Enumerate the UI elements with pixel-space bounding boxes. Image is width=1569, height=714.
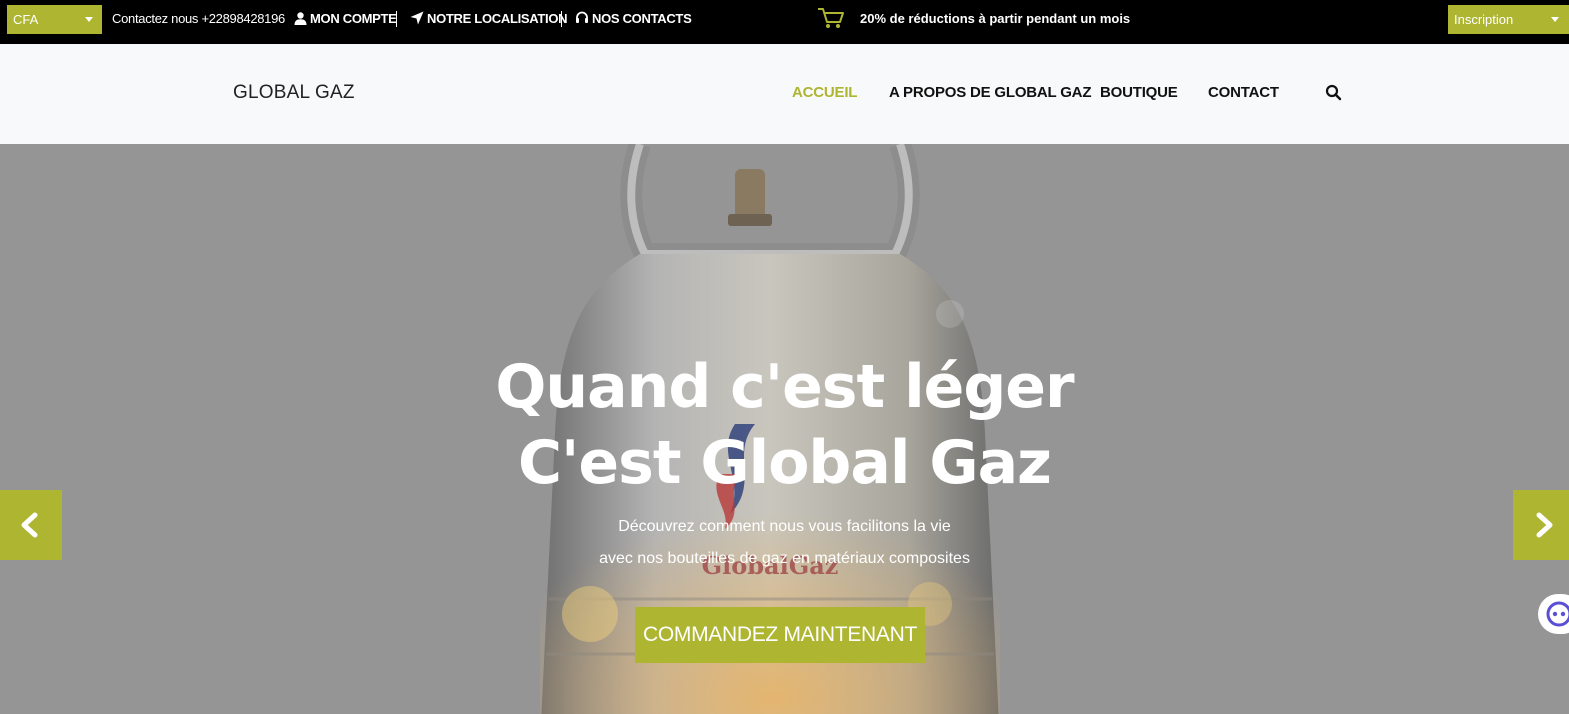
nav-contact[interactable]: CONTACT (1208, 84, 1279, 101)
search-icon[interactable] (1325, 84, 1342, 101)
hero-subtitle-line1: Découvrez comment nous vous facilitons l… (618, 518, 951, 535)
my-account-label: MON COMPTE (310, 11, 397, 26)
signup-select[interactable]: Inscription (1448, 5, 1569, 34)
hero-slider: GlobalGaz Quand c'est léger C'est Global… (0, 144, 1569, 714)
chevron-left-icon (21, 512, 38, 538)
contacts-label: NOS CONTACTS (592, 11, 692, 26)
currency-value: CFA (13, 12, 39, 27)
location-label: NOTRE LOCALISATION (427, 11, 568, 26)
site-logo[interactable]: GLOBAL GAZ (233, 82, 355, 104)
hero-title-line1: Quand c'est léger (495, 352, 1074, 422)
order-now-button[interactable]: COMMANDEZ MAINTENANT (635, 607, 925, 663)
top-bar: CFA Contactez nous +22898428196 MON COMP… (0, 0, 1569, 44)
nav-accueil[interactable]: ACCUEIL (792, 84, 857, 101)
slider-next-button[interactable] (1513, 490, 1569, 560)
promo-text: 20% de réductions à partir pendant un mo… (860, 11, 1131, 26)
contacts-link[interactable]: NOS CONTACTS (575, 0, 692, 38)
chat-widget-button[interactable] (1538, 594, 1569, 634)
nav-boutique[interactable]: BOUTIQUE (1100, 84, 1178, 101)
my-account-link[interactable]: MON COMPTE (294, 0, 397, 38)
divider (396, 11, 397, 27)
location-link[interactable]: NOTRE LOCALISATION (410, 0, 568, 38)
chevron-down-icon (1551, 17, 1559, 22)
site-header: GLOBAL GAZ ACCUEIL A PROPOS DE GLOBAL GA… (0, 44, 1569, 144)
user-icon (294, 12, 307, 25)
cart-icon[interactable] (816, 6, 846, 30)
contact-phone: Contactez nous +22898428196 (112, 11, 285, 26)
chat-icon (1546, 601, 1569, 627)
chevron-down-icon (85, 17, 93, 22)
nav-about[interactable]: A PROPOS DE GLOBAL GAZ (889, 84, 1091, 101)
currency-select[interactable]: CFA (7, 5, 102, 34)
chevron-right-icon (1536, 512, 1553, 538)
divider (561, 11, 562, 27)
hero-title-line2: C'est Global Gaz (518, 428, 1052, 498)
slider-prev-button[interactable] (0, 490, 62, 560)
hero-subtitle-line2: avec nos bouteilles de gaz en matériaux … (599, 550, 970, 567)
signup-label: Inscription (1454, 12, 1514, 27)
headset-icon (576, 11, 588, 23)
location-arrow-icon (410, 11, 424, 25)
